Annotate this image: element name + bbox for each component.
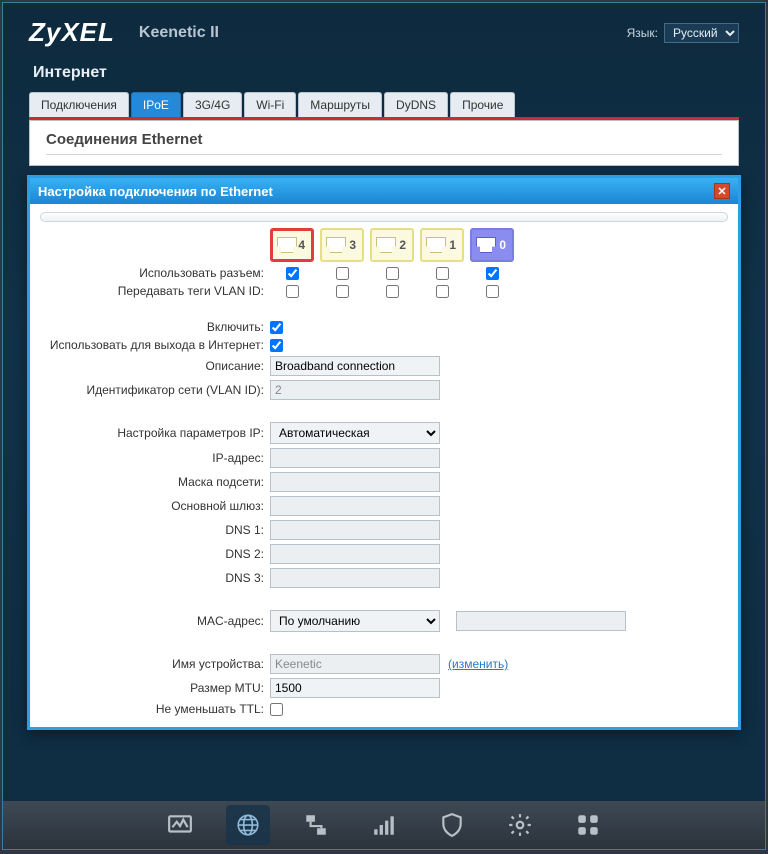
devname-label: Имя устройства:	[40, 657, 270, 671]
gw-label: Основной шлюз:	[40, 499, 270, 513]
vlan-tag-label: Передавать теги VLAN ID:	[40, 284, 270, 298]
dns1-label: DNS 1:	[40, 523, 270, 537]
tab-маршруты[interactable]: Маршруты	[298, 92, 382, 117]
tab-прочие[interactable]: Прочие	[450, 92, 515, 117]
ethernet-config-modal: Настройка подключения по Ethernet ✕ 4321…	[27, 175, 741, 730]
desc-input[interactable]	[270, 356, 440, 376]
main-panel: Соединения Ethernet	[29, 120, 739, 166]
tab-dydns[interactable]: DyDNS	[384, 92, 448, 117]
mask-input	[270, 472, 440, 492]
mtu-input[interactable]	[270, 678, 440, 698]
tab-ipoe[interactable]: IPoE	[131, 92, 181, 117]
use-connector-checkbox-1[interactable]	[336, 267, 349, 280]
vlan-tag-checkbox-3[interactable]	[436, 285, 449, 298]
port-1[interactable]: 1	[420, 228, 464, 262]
mac-select[interactable]: По умолчанию	[270, 610, 440, 632]
dock-apps-icon[interactable]	[566, 805, 610, 845]
devname-change-link[interactable]: (изменить)	[448, 657, 508, 671]
port-0[interactable]: 0	[470, 228, 514, 262]
mtu-label: Размер MTU:	[40, 681, 270, 695]
lang-label: Язык:	[627, 26, 658, 40]
vlan-tag-row	[270, 285, 514, 298]
port-2[interactable]: 2	[370, 228, 414, 262]
use-connector-checkbox-3[interactable]	[436, 267, 449, 280]
port-4[interactable]: 4	[270, 228, 314, 262]
ttl-label: Не уменьшать TTL:	[40, 702, 270, 716]
internet-label: Использовать для выхода в Интернет:	[40, 338, 270, 352]
internet-checkbox[interactable]	[270, 339, 283, 352]
vlanid-label: Идентификатор сети (VLAN ID):	[40, 383, 270, 397]
ethernet-port-icon	[326, 237, 346, 253]
logo: ZyXEL	[29, 17, 115, 48]
tab-3g/4g[interactable]: 3G/4G	[183, 92, 242, 117]
use-connector-checkbox-0[interactable]	[286, 267, 299, 280]
vlan-tag-checkbox-1[interactable]	[336, 285, 349, 298]
dock-network-icon[interactable]	[294, 805, 338, 845]
desc-label: Описание:	[40, 359, 270, 373]
modal-title-text: Настройка подключения по Ethernet	[38, 184, 273, 199]
vlanid-input	[270, 380, 440, 400]
port-3[interactable]: 3	[320, 228, 364, 262]
collapsed-section-bar[interactable]	[40, 212, 728, 222]
panel-title: Соединения Ethernet	[46, 131, 722, 155]
mac-label: MAC-адрес:	[40, 614, 270, 628]
lang-select[interactable]: Русский	[664, 23, 739, 43]
mac-extra-input	[456, 611, 626, 631]
section-title: Интернет	[5, 52, 763, 92]
dns3-input	[270, 568, 440, 588]
use-connector-row	[270, 267, 514, 280]
tabs: ПодключенияIPoE3G/4GWi-FiМаршрутыDyDNSПр…	[29, 92, 739, 117]
dock-settings-icon[interactable]	[498, 805, 542, 845]
mask-label: Маска подсети:	[40, 475, 270, 489]
dock-security-icon[interactable]	[430, 805, 474, 845]
ip-input	[270, 448, 440, 468]
tab-подключения[interactable]: Подключения	[29, 92, 129, 117]
use-connector-checkbox-4[interactable]	[486, 267, 499, 280]
vlan-tag-checkbox-0[interactable]	[286, 285, 299, 298]
vlan-tag-checkbox-4[interactable]	[486, 285, 499, 298]
dns2-input	[270, 544, 440, 564]
ethernet-port-icon	[426, 237, 446, 253]
dns3-label: DNS 3:	[40, 571, 270, 585]
devname-input	[270, 654, 440, 674]
enable-checkbox[interactable]	[270, 321, 283, 334]
vlan-tag-checkbox-2[interactable]	[386, 285, 399, 298]
ethernet-port-icon	[476, 237, 496, 253]
close-icon[interactable]: ✕	[714, 183, 730, 199]
tab-wi-fi[interactable]: Wi-Fi	[244, 92, 296, 117]
product-name: Keenetic II	[139, 24, 219, 42]
bottom-dock	[3, 801, 765, 849]
gw-input	[270, 496, 440, 516]
dns1-input	[270, 520, 440, 540]
use-connector-label: Использовать разъем:	[40, 266, 270, 280]
use-connector-checkbox-2[interactable]	[386, 267, 399, 280]
dock-monitor-icon[interactable]	[158, 805, 202, 845]
dock-wifi-icon[interactable]	[362, 805, 406, 845]
ethernet-port-icon	[376, 237, 396, 253]
enable-label: Включить:	[40, 320, 270, 334]
dock-internet-icon[interactable]	[226, 805, 270, 845]
ip-label: IP-адрес:	[40, 451, 270, 465]
ttl-checkbox[interactable]	[270, 703, 283, 716]
ethernet-port-icon	[277, 237, 297, 253]
ipmode-label: Настройка параметров IP:	[40, 426, 270, 440]
dns2-label: DNS 2:	[40, 547, 270, 561]
ipmode-select[interactable]: Автоматическая	[270, 422, 440, 444]
ports-row: 43210	[270, 228, 514, 262]
